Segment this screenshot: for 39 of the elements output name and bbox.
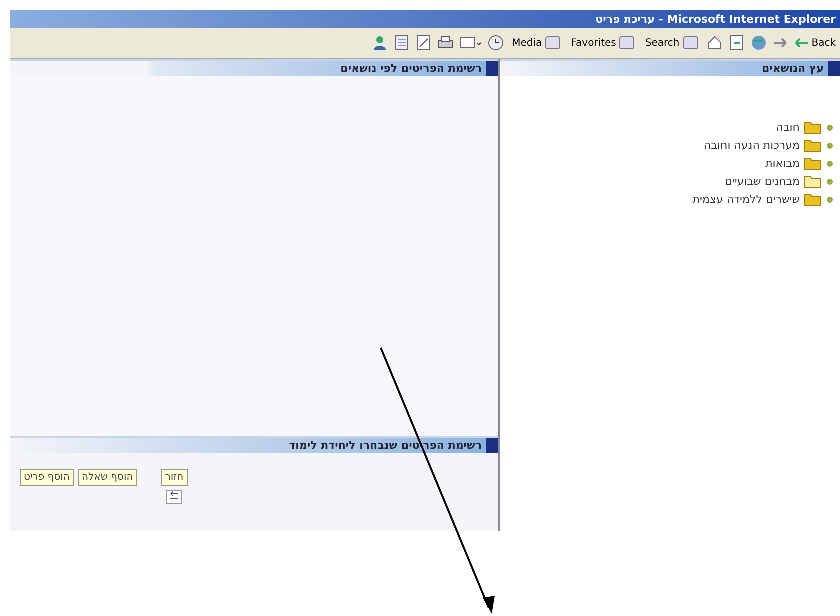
panel-title: רשימת הפריטים לפי נושאים bbox=[340, 62, 482, 75]
tree-item[interactable]: שישרים ללמידה עצמית bbox=[500, 192, 834, 207]
header-marker bbox=[486, 61, 498, 76]
header-marker bbox=[828, 61, 840, 76]
tree-item[interactable]: מבואות bbox=[500, 156, 834, 171]
add-question-button[interactable]: הוסף שאלה bbox=[78, 469, 138, 486]
panel-title: עץ הנושאים bbox=[762, 62, 824, 75]
back-arrow-icon bbox=[794, 38, 809, 48]
tree-item[interactable]: מבחנים שבועיים bbox=[500, 174, 834, 189]
forward-arrow-icon[interactable] bbox=[772, 38, 787, 48]
media-button[interactable]: Media bbox=[510, 36, 564, 50]
document-icon[interactable] bbox=[394, 35, 410, 51]
printer-icon[interactable] bbox=[438, 35, 454, 51]
tree-item[interactable]: חובה bbox=[500, 120, 834, 135]
bullet-icon bbox=[826, 178, 834, 186]
home-icon[interactable] bbox=[706, 35, 723, 51]
add-item-button[interactable]: הוסף פריט bbox=[20, 469, 74, 486]
page-icon[interactable] bbox=[728, 35, 745, 51]
mail-icon[interactable] bbox=[460, 35, 482, 51]
person-icon[interactable] bbox=[372, 35, 388, 51]
bullet-icon bbox=[826, 142, 834, 150]
window-title: עריכת פריט - Microsoft Internet Explorer bbox=[596, 12, 836, 26]
header-marker bbox=[486, 438, 498, 453]
topic-label: מערכות הנעה וחובה bbox=[704, 139, 800, 152]
edit-icon[interactable] bbox=[416, 35, 432, 51]
back-button[interactable]: חזור bbox=[161, 469, 188, 486]
topic-label: מבואות bbox=[766, 157, 800, 170]
topic-label: מבחנים שבועיים bbox=[725, 175, 800, 188]
bullet-icon bbox=[826, 124, 834, 132]
topic-label: חובה bbox=[776, 121, 800, 134]
topic-label: שישרים ללמידה עצמית bbox=[692, 193, 800, 206]
return-icon[interactable] bbox=[166, 490, 182, 504]
favorites-button[interactable]: Favorites bbox=[569, 36, 638, 50]
tree-item[interactable]: מערכות הנעה וחובה bbox=[500, 138, 834, 153]
search-button[interactable]: Search bbox=[643, 36, 701, 50]
bullet-icon bbox=[826, 160, 834, 168]
bullet-icon bbox=[826, 196, 834, 204]
history-icon[interactable] bbox=[488, 35, 504, 51]
back-button[interactable]: Back bbox=[792, 38, 838, 48]
